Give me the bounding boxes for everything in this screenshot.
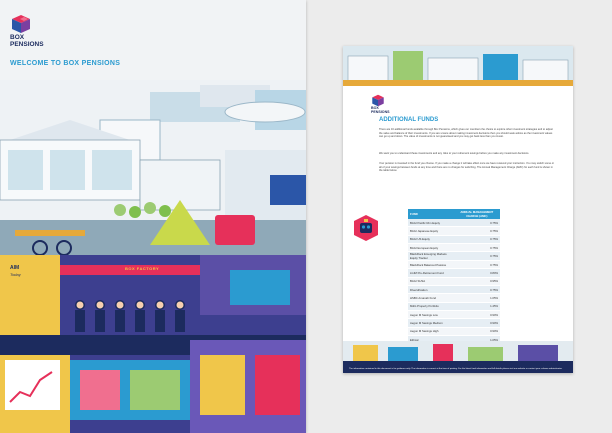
funds-table: FUND ANNUAL MANAGEMENT CHARGE (AMC) BAGI… <box>408 209 500 353</box>
fund-amc: 0.90% <box>453 310 500 320</box>
table-row: Aegon M Savings High 0.90% <box>408 327 500 336</box>
table-row: BlackRock Emerging Markets Equity Tracke… <box>408 251 500 262</box>
fund-name: BAGI SUSA <box>408 277 454 287</box>
table-row: M&G Property Portfolio 1.45% <box>408 302 500 311</box>
fund-name: BAGI Pacific Rim Equity <box>408 219 454 228</box>
fund-name: BAGI European Equity <box>408 243 454 253</box>
fund-name: BAGI US Equity <box>408 235 454 244</box>
cover-illustration <box>0 80 306 433</box>
table-row: BAGI European Equity 0.75% <box>408 243 500 253</box>
fund-name: HSBC Amanah Fund <box>408 293 454 303</box>
table-row: Diversification 0.75% <box>408 285 500 295</box>
fund-name: BAGI Japanese Equity <box>408 226 454 236</box>
table-row: BlackRock Balanced Passive 0.75% <box>408 260 500 270</box>
box-cube-icon <box>12 15 30 33</box>
paragraph-2: We want you to understand these investme… <box>379 152 530 155</box>
table-row: Aegon M Savings Medium 0.90% <box>408 318 500 328</box>
table-row: BAGI US Equity 0.75% <box>408 235 500 244</box>
fund-name: Aegon M Savings Low <box>408 310 454 320</box>
fund-name: Aegon M Savings High <box>408 327 454 336</box>
fund-amc: 0.95% <box>453 277 500 287</box>
table-row: BAGI Pacific Rim Equity 0.75% <box>408 219 500 228</box>
fund-name: Aegon M Savings Medium <box>408 318 454 328</box>
cover-title: WELCOME TO BOX PENSIONS <box>10 60 121 67</box>
fund-name: Diversification <box>408 285 454 295</box>
fund-amc: 0.75% <box>453 243 500 253</box>
fund-name: LGIM Pre-Retirement Fund <box>408 268 454 278</box>
paragraph-1: There are 16 additional funds available … <box>379 128 553 139</box>
paragraph-3: Your pension is invested in the fund you… <box>379 162 555 173</box>
robot-hexagon-icon <box>354 215 378 241</box>
table-row: BAGI SUSA 0.95% <box>408 277 500 287</box>
table-row: HSBC Amanah Fund 1.05% <box>408 293 500 303</box>
fund-name: M&G Property Portfolio <box>408 302 454 311</box>
footer-bar: The information contained in this docume… <box>343 361 573 373</box>
heading-additional-funds: ADDITIONAL FUNDS <box>379 117 439 123</box>
fund-name: BlackRock Emerging Markets Equity Tracke… <box>408 251 454 262</box>
sign-aim: AIM <box>10 265 20 271</box>
inner-brand-line2: PENSIONS <box>371 109 390 114</box>
footer-text: The information contained in this docume… <box>349 368 563 370</box>
table-row: BAGI Japanese Equity 0.75% <box>408 226 500 236</box>
sign-today: Today <box>10 272 21 277</box>
fund-amc: 0.75% <box>453 235 500 244</box>
col-fund-header: FUND <box>408 209 454 219</box>
table-row: Aegon M Savings Low 0.90% <box>408 310 500 320</box>
funds-table-header: FUND ANNUAL MANAGEMENT CHARGE (AMC) <box>408 209 500 219</box>
fund-amc: 0.80% <box>453 268 500 278</box>
fund-amc: 0.90% <box>453 318 500 328</box>
fund-amc: 0.90% <box>453 327 500 336</box>
table-row: LGIM Pre-Retirement Fund 0.80% <box>408 268 500 278</box>
fund-amc: 0.75% <box>453 260 500 270</box>
fund-amc: 0.75% <box>453 285 500 295</box>
cover-brand-line2: PENSIONS <box>10 40 44 48</box>
fund-amc: 1.45% <box>453 302 500 311</box>
cover-page: BOX PENSIONS WELCOME TO BOX PENSIONS BOX… <box>0 0 306 433</box>
additional-funds-page: BOX PENSIONS ADDITIONAL FUNDS There are … <box>343 46 573 373</box>
fund-name: BlackRock Balanced Passive <box>408 260 454 270</box>
sign-box-factory: BOX FACTORY <box>125 266 160 271</box>
col-amc-header: ANNUAL MANAGEMENT CHARGE (AMC) <box>453 209 500 219</box>
header-illustration <box>343 46 573 86</box>
inner-brand: BOX PENSIONS <box>371 106 390 114</box>
fund-amc: 0.75% <box>453 219 500 228</box>
fund-amc: 0.75% <box>453 226 500 236</box>
fund-amc: 1.05% <box>453 293 500 303</box>
fund-amc: 0.75% <box>453 251 500 262</box>
cover-brand: BOX PENSIONS <box>10 34 44 48</box>
